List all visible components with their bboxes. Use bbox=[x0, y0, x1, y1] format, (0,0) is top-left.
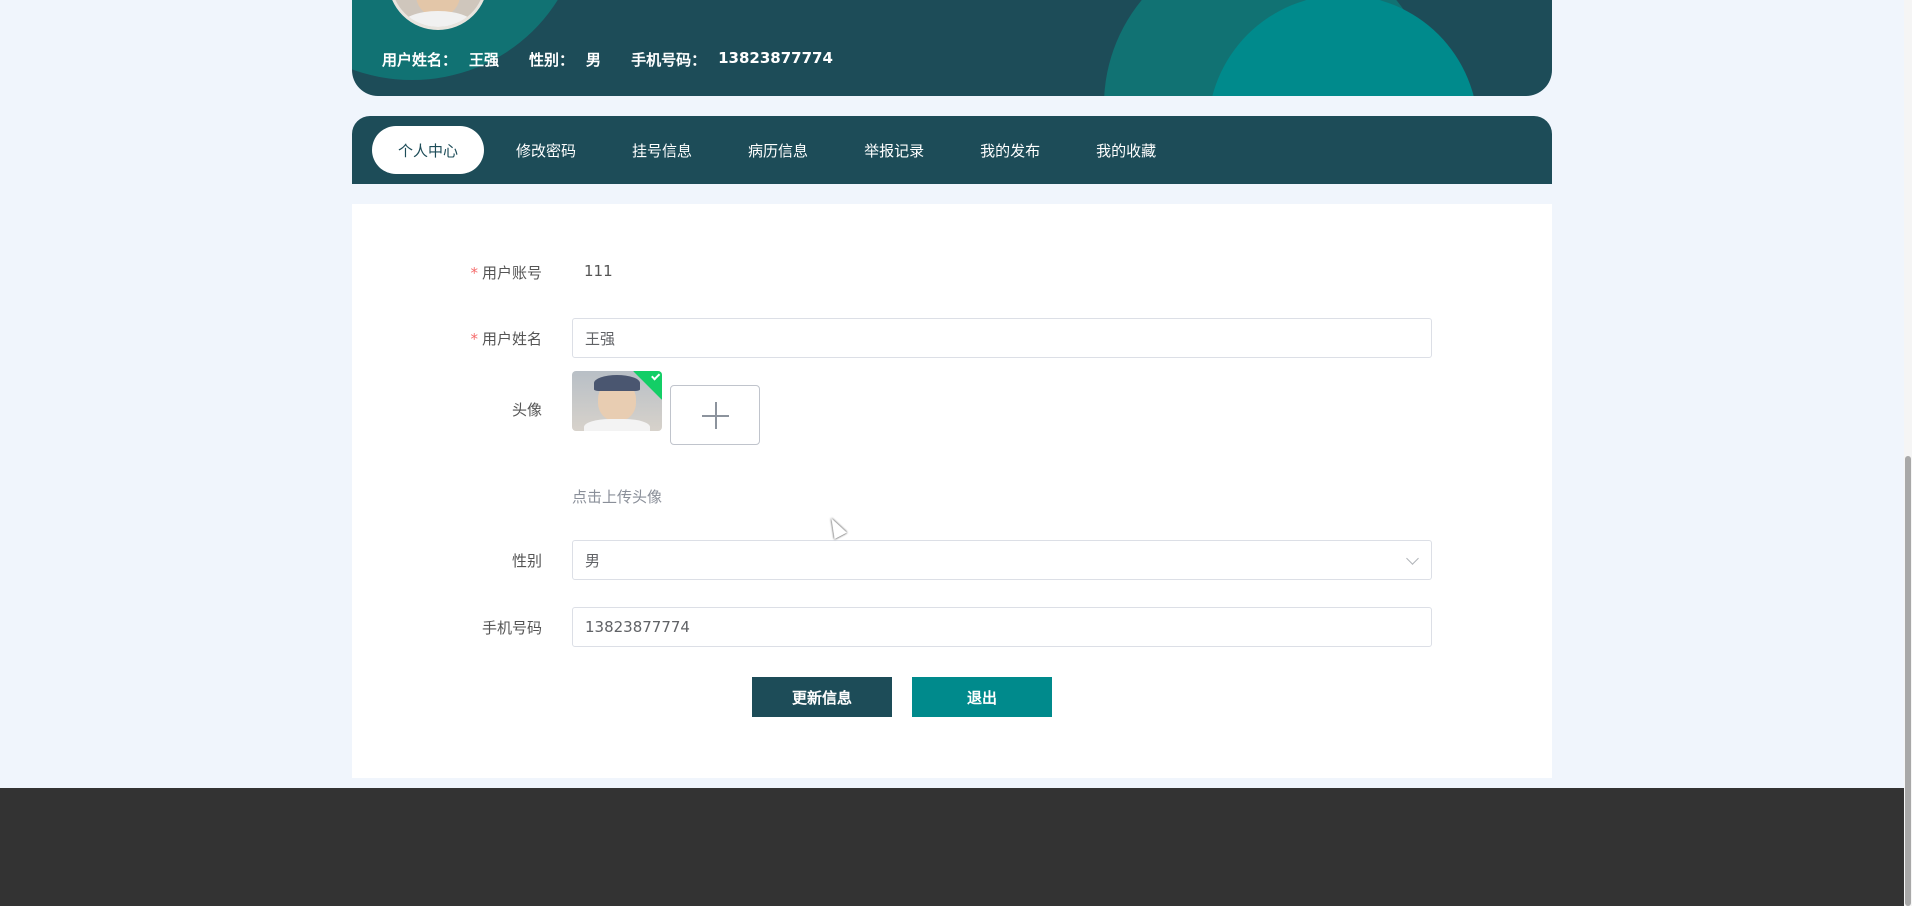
tab-report-records[interactable]: 举报记录 bbox=[840, 126, 948, 174]
profile-summary: 用户姓名： 王强 性别： 男 手机号码： 13823877774 bbox=[382, 49, 863, 70]
required-mark: * bbox=[470, 330, 478, 348]
tab-medical-records[interactable]: 病历信息 bbox=[724, 126, 832, 174]
user-center-tabs: 个人中心 修改密码 挂号信息 病历信息 举报记录 我的发布 我的收藏 bbox=[352, 116, 1552, 184]
tab-change-password[interactable]: 修改密码 bbox=[492, 126, 600, 174]
gender-select-value: 男 bbox=[585, 551, 601, 570]
tab-registration-info[interactable]: 挂号信息 bbox=[608, 126, 716, 174]
name-input[interactable] bbox=[572, 318, 1432, 358]
avatar bbox=[388, 0, 488, 30]
profile-gender-label: 性别： bbox=[529, 51, 575, 69]
scrollbar[interactable] bbox=[1904, 0, 1912, 906]
name-label: * 用户姓名 bbox=[470, 330, 542, 348]
avatar-label: 头像 bbox=[511, 401, 542, 419]
page: 用户姓名： 王强 性别： 男 手机号码： 13823877774 个人中心 修改… bbox=[0, 0, 1912, 906]
logout-button[interactable]: 退出 bbox=[912, 677, 1052, 717]
required-mark: * bbox=[470, 264, 478, 282]
check-icon bbox=[651, 371, 661, 381]
upload-hint: 点击上传头像 bbox=[572, 488, 663, 506]
tab-personal-center[interactable]: 个人中心 bbox=[372, 126, 485, 174]
update-info-button[interactable]: 更新信息 bbox=[752, 677, 892, 717]
profile-gender-value: 男 bbox=[586, 51, 602, 69]
profile-name-label: 用户姓名： bbox=[382, 51, 458, 69]
scrollbar-thumb[interactable] bbox=[1905, 456, 1911, 906]
chevron-down-icon bbox=[1406, 552, 1419, 565]
footer bbox=[0, 788, 1904, 906]
phone-label: 手机号码 bbox=[481, 619, 542, 637]
account-label: * 用户账号 bbox=[470, 264, 542, 282]
profile-form: *用户账号 111 *用户姓名 头像 点击上传头像 性别 bbox=[352, 204, 1552, 778]
profile-banner: 用户姓名： 王强 性别： 男 手机号码： 13823877774 bbox=[352, 0, 1552, 96]
avatar-upload-button[interactable] bbox=[670, 385, 760, 445]
account-value: 111 bbox=[584, 262, 613, 280]
profile-name-value: 王强 bbox=[469, 51, 500, 69]
profile-phone-label: 手机号码： bbox=[631, 51, 707, 69]
gender-select[interactable]: 男 bbox=[572, 540, 1432, 580]
gender-label: 性别 bbox=[511, 552, 542, 570]
tab-my-posts[interactable]: 我的发布 bbox=[956, 126, 1064, 174]
phone-input[interactable] bbox=[572, 607, 1432, 647]
tab-my-favorites[interactable]: 我的收藏 bbox=[1072, 126, 1180, 174]
profile-phone-value: 13823877774 bbox=[718, 49, 833, 67]
plus-icon-vertical bbox=[715, 402, 717, 429]
avatar-thumbnail[interactable] bbox=[572, 371, 662, 431]
